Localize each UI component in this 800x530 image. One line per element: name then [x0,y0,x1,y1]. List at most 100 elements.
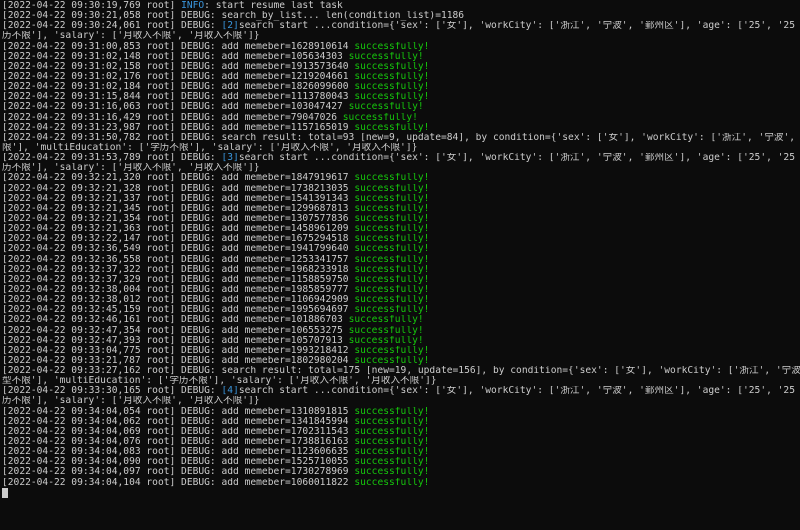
log-line: [2022-04-22 09:31:16,429 root] DEBUG: ad… [2,113,800,123]
success-text: successfully! [354,477,430,488]
log-line: [2022-04-22 09:34:04,090 root] DEBUG: ad… [2,457,800,467]
log-line: [2022-04-22 09:32:46,161 root] DEBUG: ad… [2,315,800,325]
log-line: [2022-04-22 09:34:04,097 root] DEBUG: ad… [2,467,800,477]
log-text: [2022-04-22 09:34:04,054 root] DEBUG: ad… [2,406,355,417]
log-line: [2022-04-22 09:32:36,558 root] DEBUG: ad… [2,255,800,265]
log-line: [2022-04-22 09:31:15,844 root] DEBUG: ad… [2,92,800,102]
log-text: [2022-04-22 09:33:04,775 root] DEBUG: ad… [2,345,355,356]
log-text: [2022-04-22 09:34:04,090 root] DEBUG: ad… [2,457,355,468]
log-line: [2022-04-22 09:32:21,345 root] DEBUG: ad… [2,204,800,214]
log-text: [2022-04-22 09:31:02,148 root] DEBUG: ad… [2,51,349,62]
log-text: search start ...condition={'sex': ['女'],… [238,21,795,32]
log-text: [2022-04-22 09:30:19,769 root] [2,1,182,11]
log-text: 历不限'], 'salary': ['月收入不限', '月收入不限']} [2,163,260,174]
success-text: successfully! [354,173,430,184]
success-text: successfully! [354,426,430,437]
log-line: [2022-04-22 09:31:53,789 root] DEBUG: [3… [2,153,800,163]
task-tag: [4] [221,386,239,397]
prompt-line[interactable] [2,487,800,498]
log-text: [2022-04-22 09:31:16,429 root] DEBUG: ad… [2,112,343,123]
success-text: successfully! [348,315,424,326]
log-line: [2022-04-22 09:33:30,165 root] DEBUG: [4… [2,386,800,396]
success-text: successfully! [354,284,430,295]
log-text: [2022-04-22 09:32:37,329 root] DEBUG: ad… [2,274,355,285]
log-text: [2022-04-22 09:31:02,176 root] DEBUG: ad… [2,71,355,82]
success-text: successfully! [354,92,430,103]
success-text: successfully! [348,335,424,346]
success-text: successfully! [354,213,430,224]
log-text: [2022-04-22 09:31:15,844 root] DEBUG: ad… [2,92,355,103]
success-text: successfully! [354,437,430,448]
log-text: [2022-04-22 09:32:45,159 root] DEBUG: ad… [2,305,355,316]
log-line: 历不限'], 'salary': ['月收入不限', '月收入不限']} [2,396,800,406]
success-text: successfully! [354,345,430,356]
log-text: [2022-04-22 09:31:00,853 root] DEBUG: ad… [2,41,355,52]
log-text: [2022-04-22 09:31:02,184 root] DEBUG: ad… [2,82,355,93]
log-text: [2022-04-22 09:31:16,063 root] DEBUG: ad… [2,102,349,113]
log-text: [2022-04-22 09:32:21,363 root] DEBUG: ad… [2,224,355,235]
log-line: [2022-04-22 09:31:02,176 root] DEBUG: ad… [2,72,800,82]
log-line: [2022-04-22 09:32:21,363 root] DEBUG: ad… [2,224,800,234]
log-text: [2022-04-22 09:31:53,789 root] DEBUG: [2,153,222,164]
log-line: [2022-04-22 09:32:45,159 root] DEBUG: ad… [2,305,800,315]
log-line: [2022-04-22 09:31:50,782 root] DEBUG: se… [2,133,800,143]
log-text: [2022-04-22 09:32:21,320 root] DEBUG: ad… [2,173,355,184]
success-text: successfully! [354,406,430,417]
success-text: successfully! [354,467,430,478]
log-line: [2022-04-22 09:34:04,104 root] DEBUG: ad… [2,478,800,488]
log-line: [2022-04-22 09:32:21,320 root] DEBUG: ad… [2,173,800,183]
success-text: successfully! [354,41,430,52]
terminal-output: [2022-04-22 09:30:19,769 root] INFO: sta… [2,1,800,488]
log-line: [2022-04-22 09:32:38,004 root] DEBUG: ad… [2,285,800,295]
log-line: [2022-04-22 09:32:36,549 root] DEBUG: ad… [2,244,800,254]
success-text: successfully! [342,112,418,123]
log-text: [2022-04-22 09:32:36,558 root] DEBUG: ad… [2,254,355,265]
log-line: 型不限'], 'multiEducation': ['学历不限'], 'sala… [2,376,800,386]
log-line: [2022-04-22 09:32:21,328 root] DEBUG: ad… [2,184,800,194]
log-text: [2022-04-22 09:30:21,058 root] DEBUG: se… [2,11,465,22]
log-text: [2022-04-22 09:32:22,147 root] DEBUG: ad… [2,234,355,245]
log-text: [2022-04-22 09:32:21,337 root] DEBUG: ad… [2,193,355,204]
log-text: [2022-04-22 09:34:04,076 root] DEBUG: ad… [2,437,355,448]
log-text: [2022-04-22 09:33:30,165 root] DEBUG: [2,386,222,397]
log-line: [2022-04-22 09:31:02,148 root] DEBUG: ad… [2,52,800,62]
log-line: [2022-04-22 09:30:24,061 root] DEBUG: [2… [2,21,800,31]
log-text: [2022-04-22 09:34:04,083 root] DEBUG: ad… [2,447,355,458]
terminal-window[interactable]: [2022-04-22 09:30:19,769 root] INFO: sta… [0,0,800,530]
log-text: [2022-04-22 09:31:50,782 root] DEBUG: se… [2,132,796,143]
log-text: [2022-04-22 09:34:04,062 root] DEBUG: ad… [2,416,355,427]
log-text: [2022-04-22 09:32:21,354 root] DEBUG: ad… [2,213,355,224]
success-text: successfully! [354,61,430,72]
log-text: [2022-04-22 09:32:37,322 root] DEBUG: ad… [2,264,355,275]
log-line: [2022-04-22 09:33:04,775 root] DEBUG: ad… [2,346,800,356]
log-text: search start ...condition={'sex': ['女'],… [238,153,795,164]
success-text: successfully! [354,305,430,316]
log-text: [2022-04-22 09:32:46,161 root] DEBUG: ad… [2,315,349,326]
log-line: [2022-04-22 09:32:47,354 root] DEBUG: ad… [2,326,800,336]
log-line: [2022-04-22 09:34:04,069 root] DEBUG: ad… [2,427,800,437]
log-text: [2022-04-22 09:31:23,987 root] DEBUG: ad… [2,122,355,133]
success-text: successfully! [354,264,430,275]
log-text: [2022-04-22 09:33:27,162 root] DEBUG: se… [2,366,800,377]
success-text: successfully! [354,457,430,468]
success-text: successfully! [348,51,424,62]
log-line: [2022-04-22 09:34:04,062 root] DEBUG: ad… [2,417,800,427]
log-text: 型不限'], 'multiEducation': ['学历不限'], 'sala… [2,376,437,387]
log-text: [2022-04-22 09:32:38,012 root] DEBUG: ad… [2,295,355,306]
success-text: successfully! [354,82,430,93]
success-text: successfully! [354,355,430,366]
log-text: search start ...condition={'sex': ['女'],… [238,386,795,397]
log-line: [2022-04-22 09:32:37,329 root] DEBUG: ad… [2,275,800,285]
log-line: [2022-04-22 09:33:27,162 root] DEBUG: se… [2,366,800,376]
log-text: [2022-04-22 09:34:04,097 root] DEBUG: ad… [2,467,355,478]
log-line: 历不限'], 'salary': ['月收入不限', '月收入不限']} [2,163,800,173]
success-text: successfully! [354,234,430,245]
success-text: successfully! [348,325,424,336]
log-line: [2022-04-22 09:31:16,063 root] DEBUG: ad… [2,102,800,112]
log-line: 限'], 'multiEducation': ['学历不限'], 'salary… [2,143,800,153]
success-text: successfully! [354,193,430,204]
log-line: [2022-04-22 09:34:04,054 root] DEBUG: ad… [2,407,800,417]
success-text: successfully! [354,254,430,265]
log-text: [2022-04-22 09:33:21,787 root] DEBUG: ad… [2,355,355,366]
log-line: [2022-04-22 09:31:00,853 root] DEBUG: ad… [2,42,800,52]
